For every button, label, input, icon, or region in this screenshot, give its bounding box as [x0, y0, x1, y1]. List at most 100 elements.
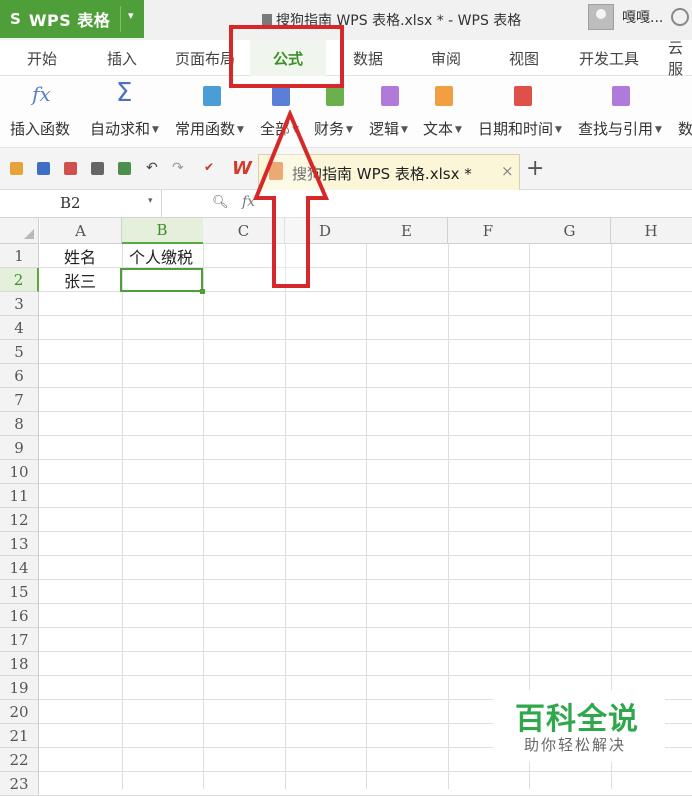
- app-menu-button[interactable]: S WPS 表格 ▾: [0, 0, 144, 38]
- print-preview-icon[interactable]: [118, 162, 131, 175]
- ribbon-toolbar: fx 插入函数 Σ 自动求和▼ 常用函数▼ 全部▼ 财务▼ 逻辑▼ 文本▼ 日期…: [0, 76, 692, 148]
- row-header-8[interactable]: 8: [0, 412, 39, 436]
- column-header-g[interactable]: G: [529, 218, 611, 244]
- grid-row-line: [39, 459, 692, 460]
- grid-row-line: [39, 603, 692, 604]
- up-arrow-annotation: [250, 110, 330, 290]
- ribbon-tabs: 开始 插入 页面布局 公式 数据 审阅 视图 开发工具 云服: [0, 40, 692, 76]
- tab-review[interactable]: 审阅: [408, 40, 484, 76]
- date-time-label: 日期和时间▼: [478, 118, 562, 139]
- row-header-9[interactable]: 9: [0, 436, 39, 460]
- grid-column-line: [448, 244, 449, 789]
- open-folder-icon[interactable]: [10, 162, 23, 175]
- user-name[interactable]: 嘎嘎...: [622, 7, 663, 27]
- app-name: WPS 表格: [29, 7, 110, 31]
- text-label: 文本▼: [423, 118, 462, 139]
- row-header-6[interactable]: 6: [0, 364, 39, 388]
- row-header-20[interactable]: 20: [0, 700, 39, 724]
- print-icon[interactable]: [91, 162, 104, 175]
- user-area[interactable]: 嘎嘎...: [588, 4, 689, 30]
- row-header-11[interactable]: 11: [0, 484, 39, 508]
- cell-A2[interactable]: 张三: [40, 268, 120, 292]
- zoom-icon[interactable]: 🔍︎: [212, 195, 229, 210]
- cell-A1[interactable]: 姓名: [40, 244, 120, 268]
- row-header-12[interactable]: 12: [0, 508, 39, 532]
- grid-row-line: [39, 483, 692, 484]
- column-header-h[interactable]: H: [611, 218, 692, 244]
- finance-icon: [326, 86, 344, 106]
- new-tab-icon[interactable]: +: [526, 156, 544, 181]
- tab-insert[interactable]: 插入: [84, 40, 160, 76]
- row-header-10[interactable]: 10: [0, 460, 39, 484]
- wps-logo-icon: W: [232, 158, 252, 179]
- skin-icon[interactable]: [671, 8, 689, 26]
- row-header-16[interactable]: 16: [0, 604, 39, 628]
- grid-row-line: [39, 675, 692, 676]
- redo-icon[interactable]: ↷: [172, 160, 185, 173]
- grid-row-line: [39, 339, 692, 340]
- grid-row-line: [39, 411, 692, 412]
- row-header-13[interactable]: 13: [0, 532, 39, 556]
- grid-row-line: [39, 771, 692, 772]
- cell-B1[interactable]: 个人缴税: [121, 244, 201, 268]
- row-header-7[interactable]: 7: [0, 388, 39, 412]
- row-header-5[interactable]: 5: [0, 340, 39, 364]
- active-cell-B2[interactable]: [120, 268, 203, 292]
- lookup-reference-label: 查找与引用▼: [578, 118, 662, 139]
- tab-developer[interactable]: 开发工具: [568, 40, 650, 76]
- column-header-e[interactable]: E: [366, 218, 448, 244]
- close-icon[interactable]: ×: [501, 162, 514, 180]
- logic-label: 逻辑▼: [369, 118, 408, 139]
- clock-icon: [514, 86, 532, 106]
- list-icon: [272, 86, 290, 106]
- row-header-14[interactable]: 14: [0, 556, 39, 580]
- tab-cloud[interactable]: 云服: [654, 40, 692, 76]
- tab-view[interactable]: 视图: [486, 40, 562, 76]
- grid-row-line: [39, 531, 692, 532]
- tab-highlight-annotation: [229, 25, 344, 88]
- undo-icon[interactable]: ↶: [146, 160, 159, 173]
- grid-column-line: [285, 244, 286, 789]
- select-all-corner[interactable]: [0, 218, 39, 244]
- row-header-22[interactable]: 22: [0, 748, 39, 772]
- export-pdf-icon[interactable]: [64, 162, 77, 175]
- grid-row-line: [39, 627, 692, 628]
- grid-row-line: [39, 387, 692, 388]
- grid-row-line: [39, 507, 692, 508]
- name-box-value[interactable]: B2: [60, 194, 81, 212]
- row-header-2[interactable]: 2: [0, 268, 39, 292]
- question-icon: [381, 86, 399, 106]
- grid-column-line: [366, 244, 367, 789]
- row-header-4[interactable]: 4: [0, 316, 39, 340]
- customize-toolbar-icon[interactable]: ✔: [204, 160, 217, 173]
- math-label: 数: [678, 118, 692, 139]
- row-header-15[interactable]: 15: [0, 580, 39, 604]
- row-header-19[interactable]: 19: [0, 676, 39, 700]
- chevron-down-icon[interactable]: ▾: [148, 196, 153, 206]
- sigma-icon: Σ: [116, 78, 132, 98]
- star-icon: [203, 86, 221, 106]
- avatar[interactable]: [588, 4, 614, 30]
- row-header-17[interactable]: 17: [0, 628, 39, 652]
- column-header-a[interactable]: A: [40, 218, 122, 244]
- watermark-subtitle: 助你轻松解决: [524, 734, 626, 755]
- row-header-23[interactable]: 23: [0, 772, 39, 796]
- column-header-f[interactable]: F: [448, 218, 530, 244]
- column-header-b[interactable]: B: [122, 218, 204, 244]
- row-header-1[interactable]: 1: [0, 244, 39, 268]
- grid-row-line: [39, 315, 692, 316]
- quick-access-bar: ↶ ↷ ✔ W 搜狗指南 WPS 表格.xlsx * × +: [0, 148, 692, 190]
- insert-function-label: 插入函数: [10, 118, 70, 139]
- name-box[interactable]: B2 ▾: [0, 190, 162, 217]
- tab-home[interactable]: 开始: [4, 40, 80, 76]
- save-icon[interactable]: [37, 162, 50, 175]
- grid-column-line: [203, 244, 204, 789]
- fx-icon: fx: [32, 82, 51, 102]
- title-bar: S WPS 表格 ▾ 搜狗指南 WPS 表格.xlsx * - WPS 表格 嘎…: [0, 0, 692, 40]
- row-header-21[interactable]: 21: [0, 724, 39, 748]
- text-a-icon: [435, 86, 453, 106]
- chevron-down-icon[interactable]: ▾: [128, 9, 134, 22]
- lookup-icon: [612, 86, 630, 106]
- row-header-18[interactable]: 18: [0, 652, 39, 676]
- row-header-3[interactable]: 3: [0, 292, 39, 316]
